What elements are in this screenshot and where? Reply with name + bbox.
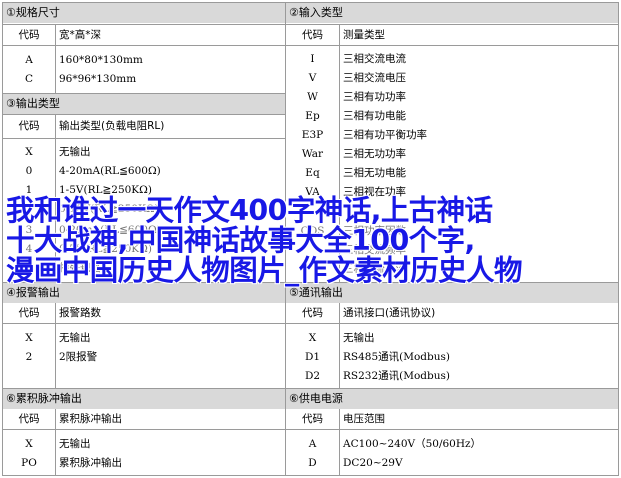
comm-value: RS232通讯(Modbus) (343, 370, 450, 382)
spec-sheet: ①规格尺寸 ②输入类型 ③输出类型 ④报警输出 ⑤通讯输出 ⑥累积脉冲输出 ⑥供… (0, 0, 621, 478)
comm-code: D2 (304, 370, 321, 382)
power-value: AC100~240V（50/60Hz） (343, 438, 482, 450)
size-value: 96*96*130mm (59, 73, 137, 85)
overlay-caption: 我和谁过一天作文400字神话,上古神话 十大战神,中国神话故事大全100个字, … (6, 196, 618, 286)
size-code: C (24, 73, 34, 85)
alarm-value: 无输出 (59, 332, 91, 344)
power-code: D (308, 457, 317, 469)
alarm-value: 2限报警 (59, 351, 98, 363)
output-type: 4-20mA(RL≦600Ω) (59, 165, 161, 177)
column-header-code: 代码 (18, 307, 40, 319)
overlay-line: 十大战神,中国神话故事大全100个字, (6, 224, 475, 257)
input-code: E3P (301, 129, 324, 141)
input-code: I (310, 53, 315, 65)
power-value: DC20~29V (343, 457, 403, 469)
comm-value: 无输出 (343, 332, 375, 344)
comm-code: D1 (304, 351, 321, 363)
section-title-size: ①规格尺寸 (3, 3, 285, 23)
pulse-value: 累积脉冲输出 (59, 457, 122, 469)
section-title-input: ②输入类型 (286, 3, 618, 23)
pulse-code: X (25, 438, 33, 450)
input-type: 三相有功电能 (343, 110, 406, 122)
column-header-code: 代码 (302, 413, 323, 425)
input-type: 三相无功功率 (343, 148, 406, 160)
input-type: 三相交流电压 (343, 72, 406, 84)
column-header-pulse-output: 累积脉冲输出 (59, 413, 122, 425)
column-header-voltage-range: 电压范围 (343, 413, 385, 425)
column-header-output-type: 输出类型(负载电阻RL) (59, 120, 165, 132)
overlay-line: 我和谁过一天作文400字神话,上古神话 (6, 194, 493, 227)
alarm-code: X (25, 332, 33, 344)
overlay-line: 漫画中国历史人物图片_作文素材历史人物 (6, 254, 522, 287)
input-type: 三相交流电流 (343, 53, 406, 65)
alarm-code: 2 (25, 351, 33, 363)
frame-bottom (2, 475, 618, 476)
row-sep (2, 323, 618, 324)
input-code: Eq (305, 167, 320, 179)
column-header-code: 代码 (18, 29, 40, 41)
column-header-code: 代码 (18, 120, 40, 132)
output-code: 0 (25, 165, 33, 177)
column-header-dimensions: 宽*高*深 (59, 29, 101, 41)
input-code: V (308, 72, 317, 84)
input-type: 三相有功功率 (343, 91, 406, 103)
col-divider (55, 24, 56, 94)
col-divider (55, 302, 56, 388)
output-code: X (25, 146, 33, 158)
comm-code: X (308, 332, 317, 344)
column-header-measure-type: 测量类型 (343, 29, 385, 41)
col-divider (55, 408, 56, 476)
section-title-pulse: ⑥累积脉冲输出 (3, 389, 285, 409)
column-header-code: 代码 (18, 413, 40, 425)
row-sep (2, 429, 618, 430)
input-code: Ep (305, 110, 320, 122)
section-title-output: ③输出类型 (3, 94, 285, 114)
column-header-code: 代码 (302, 29, 323, 41)
col-divider (339, 302, 340, 388)
input-type: 三相无功电能 (343, 167, 406, 179)
power-code: A (308, 438, 317, 450)
frame-right (618, 2, 619, 476)
col-divider (339, 408, 340, 476)
size-code: A (25, 54, 33, 66)
size-value: 160*80*130mm (59, 54, 143, 66)
column-header-comm-interface: 通讯接口(通讯协议) (343, 307, 436, 319)
row-sep (2, 24, 618, 25)
row-sep (2, 138, 285, 139)
section-title-power: ⑥供电电源 (286, 389, 618, 409)
input-type: 三相有功平衡功率 (343, 129, 427, 141)
column-header-code: 代码 (302, 307, 323, 319)
pulse-code: PO (21, 457, 37, 469)
comm-value: RS485通讯(Modbus) (343, 351, 450, 363)
input-code: W (307, 91, 318, 103)
input-code: War (301, 148, 324, 160)
row-sep (2, 114, 285, 115)
column-header-alarm-count: 报警路数 (59, 307, 101, 319)
output-type: 无输出 (59, 146, 91, 158)
row-sep (2, 45, 618, 46)
pulse-value: 无输出 (59, 438, 91, 450)
